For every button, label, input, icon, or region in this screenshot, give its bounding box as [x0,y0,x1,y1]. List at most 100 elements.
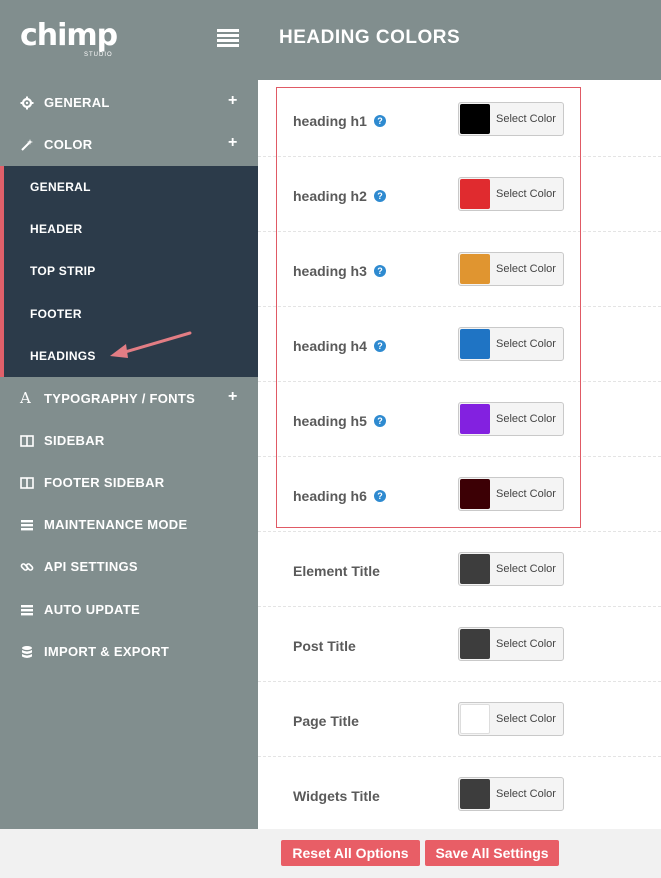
sidebar-item-label: API SETTINGS [44,559,138,574]
select-color-label: Select Color [496,638,556,650]
color-setting-row: heading h4 ? Select Color [258,307,661,382]
color-setting-row: heading h5 ? Select Color [258,382,661,457]
color-swatch [460,254,490,284]
color-picker-button[interactable]: Select Color [458,477,564,511]
setting-label: Element Title [293,563,380,579]
logo[interactable]: chimp STUDIO [20,18,130,62]
footer-bar: Reset All Options Save All Settings [0,829,661,878]
setting-label: heading h2 [293,188,367,204]
color-picker-button[interactable]: Select Color [458,102,564,136]
gear-icon [20,96,34,110]
select-color-label: Select Color [496,263,556,275]
color-swatch [460,329,490,359]
font-icon: A [20,389,31,407]
setting-label: Widgets Title [293,788,380,804]
setting-label: heading h4 [293,338,367,354]
color-swatch [460,554,490,584]
sidebar-item-api-settings[interactable]: API SETTINGS [0,546,258,588]
submenu-item-footer[interactable]: FOOTER [4,293,258,335]
select-color-label: Select Color [496,113,556,125]
color-swatch [460,104,490,134]
color-setting-row: heading h1 ? Select Color [258,82,661,157]
color-picker-button[interactable]: Select Color [458,327,564,361]
setting-label: Post Title [293,638,356,654]
color-picker-button[interactable]: Select Color [458,627,564,661]
select-color-label: Select Color [496,188,556,200]
expand-plus-icon[interactable]: + [228,92,237,110]
color-picker-button[interactable]: Select Color [458,402,564,436]
columns-icon [20,477,34,489]
help-icon[interactable]: ? [374,190,386,202]
sidebar-item-label: FOOTER SIDEBAR [44,475,165,490]
color-setting-row: Post Title Select Color [258,607,661,682]
help-icon[interactable]: ? [374,415,386,427]
setting-label: heading h3 [293,263,367,279]
select-color-label: Select Color [496,413,556,425]
hamburger-menu-icon[interactable] [217,29,239,47]
select-color-label: Select Color [496,338,556,350]
setting-label: heading h1 [293,113,367,129]
help-icon[interactable]: ? [374,490,386,502]
color-swatch [460,704,490,734]
sidebar-item-label: AUTO UPDATE [44,602,140,617]
expand-plus-icon[interactable]: + [228,388,237,406]
page-title: HEADING COLORS [279,27,461,48]
submenu-item-label: HEADINGS [30,349,96,363]
expand-plus-icon[interactable]: + [228,134,237,152]
sidebar-item-label: TYPOGRAPHY / FONTS [44,391,196,406]
sidebar-item-color[interactable]: COLOR + [0,124,258,166]
select-color-label: Select Color [496,488,556,500]
color-picker-button[interactable]: Select Color [458,552,564,586]
sidebar-item-import-export[interactable]: IMPORT & EXPORT [0,631,258,673]
submenu-item-label: HEADER [30,222,83,236]
pointer-arrow-annotation [110,331,192,358]
color-picker-button[interactable]: Select Color [458,252,564,286]
color-picker-button[interactable]: Select Color [458,777,564,811]
sidebar-item-maintenance-mode[interactable]: MAINTENANCE MODE [0,504,258,546]
color-setting-row: heading h6 ? Select Color [258,457,661,532]
list-icon [21,520,33,531]
help-icon[interactable]: ? [374,115,386,127]
color-setting-row: Element Title Select Color [258,532,661,607]
select-color-label: Select Color [496,713,556,725]
list-icon [21,605,33,616]
submenu-item-label: GENERAL [30,180,91,194]
submenu-item-top-strip[interactable]: TOP STRIP [4,250,258,292]
database-icon [22,646,32,658]
sidebar-item-label: IMPORT & EXPORT [44,644,170,659]
reset-all-options-button[interactable]: Reset All Options [281,840,420,866]
save-all-settings-button[interactable]: Save All Settings [425,840,559,866]
help-icon[interactable]: ? [374,340,386,352]
select-color-label: Select Color [496,563,556,575]
color-picker-button[interactable]: Select Color [458,702,564,736]
setting-label: Page Title [293,713,359,729]
sidebar-item-typography[interactable]: A TYPOGRAPHY / FONTS + [0,378,258,420]
submenu-item-label: TOP STRIP [30,264,96,278]
setting-label: heading h6 [293,488,367,504]
color-swatch [460,629,490,659]
color-swatch [460,779,490,809]
color-swatch [460,179,490,209]
color-swatch [460,404,490,434]
color-setting-row: Page Title Select Color [258,682,661,757]
sidebar-item-label: SIDEBAR [44,433,105,448]
sidebar-item-footer-sidebar[interactable]: FOOTER SIDEBAR [0,462,258,504]
help-icon[interactable]: ? [374,265,386,277]
sidebar-item-label: GENERAL [44,95,110,110]
top-bar: chimp STUDIO HEADING COLORS [0,0,661,80]
sidebar-item-general[interactable]: GENERAL + [0,82,258,124]
submenu-item-header[interactable]: HEADER [4,208,258,250]
submenu-item-label: FOOTER [30,307,82,321]
submenu-item-general[interactable]: GENERAL [4,166,258,208]
color-picker-button[interactable]: Select Color [458,177,564,211]
columns-icon [20,435,34,447]
logo-subtext: STUDIO [84,52,113,58]
color-setting-row: heading h3 ? Select Color [258,232,661,307]
sidebar-item-label: MAINTENANCE MODE [44,517,188,532]
setting-label: heading h5 [293,413,367,429]
sidebar-item-sidebar[interactable]: SIDEBAR [0,420,258,462]
sidebar-item-auto-update[interactable]: AUTO UPDATE [0,589,258,631]
color-setting-row: heading h2 ? Select Color [258,157,661,232]
link-icon [20,563,34,571]
settings-panel: heading h1 ? Select Color heading h2 ? S… [258,80,661,829]
